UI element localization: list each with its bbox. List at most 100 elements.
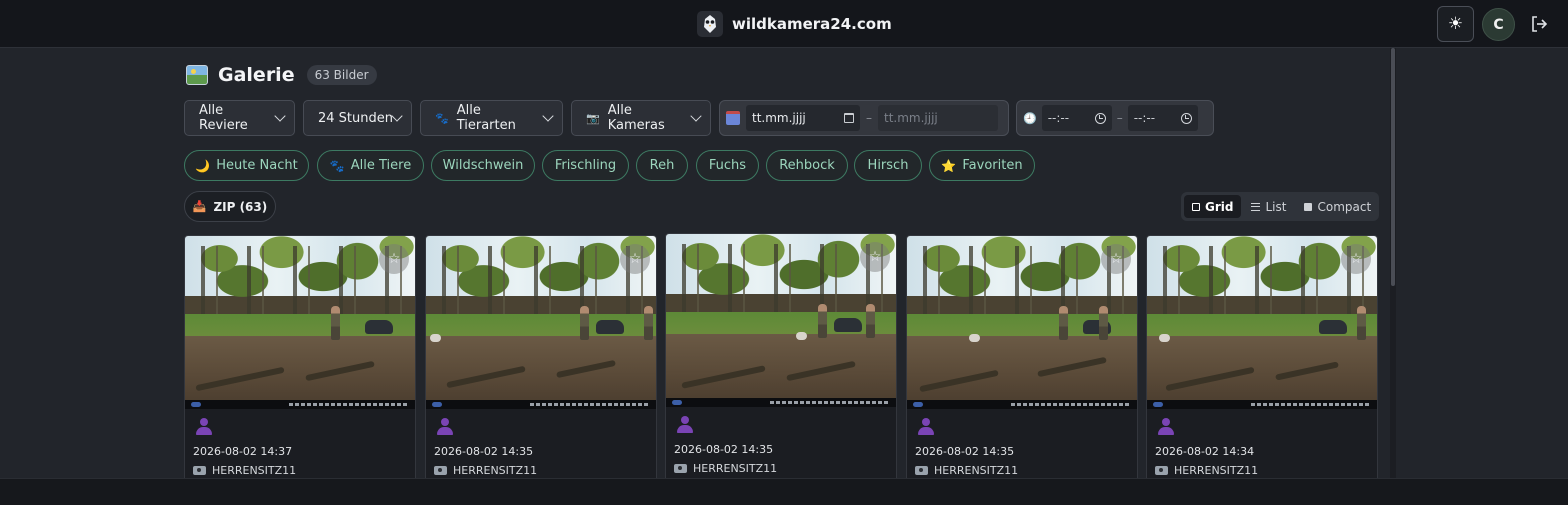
revier-select-value: Alle Reviere [199, 103, 248, 133]
scrollbar-thumb[interactable] [1391, 48, 1395, 286]
image-card[interactable]: ☆ 2026-08-02 14:35 HERRENSITZ11 [906, 235, 1138, 485]
star-icon: ☆ [628, 251, 642, 267]
species-select-value: Alle Tierarten [456, 103, 516, 133]
picture-icon [186, 65, 208, 85]
list-icon [1251, 202, 1261, 211]
favorite-star-button[interactable]: ☆ [620, 244, 650, 274]
top-bar: wildkamera24.com ☀ C [0, 0, 1568, 48]
chip-label: Alle Tiere [350, 158, 412, 173]
logout-icon [1532, 16, 1548, 32]
sun-icon: ☀ [1447, 14, 1464, 34]
chip-label: Reh [649, 158, 675, 173]
person-icon [436, 418, 454, 436]
owl-logo-icon [697, 11, 723, 37]
camera-icon: 📷 [586, 111, 600, 125]
wildlife-photo[interactable]: ☆ [907, 236, 1137, 409]
camera-select[interactable]: 📷 Alle Kameras [571, 100, 711, 136]
moon-icon: 🌙 [195, 158, 211, 173]
time-to-input[interactable]: --:-- [1127, 105, 1198, 131]
camera-icon [1155, 466, 1168, 475]
chip-label: Hirsch [867, 158, 909, 173]
camera-icon [915, 466, 928, 475]
card-camera: HERRENSITZ11 [193, 464, 407, 477]
bottom-bar [0, 478, 1568, 505]
time-range-filter: 🕘 --:-- – --:-- [1016, 100, 1214, 136]
timespan-select[interactable]: 24 Stunden [303, 100, 412, 136]
camera-icon [674, 464, 687, 473]
chip-label: Heute Nacht [216, 158, 298, 173]
star-icon: ☆ [387, 251, 401, 267]
species-select[interactable]: 🐾 Alle Tierarten [420, 100, 563, 136]
calendar-picker-icon[interactable] [844, 113, 854, 123]
image-card[interactable]: ☆ 2026-08-02 14:37 HERRENSITZ11 [184, 235, 416, 485]
chip-reh[interactable]: Reh [636, 150, 688, 181]
chip-rehbock[interactable]: Rehbock [766, 150, 848, 181]
person-icon [1157, 418, 1175, 436]
date-range-filter: tt.mm.jjjj – tt.mm.jjjj [719, 100, 1009, 136]
time-from-input[interactable]: --:-- [1041, 105, 1112, 131]
range-separator: – [1116, 111, 1123, 125]
card-camera: HERRENSITZ11 [1155, 464, 1369, 477]
date-from-placeholder: tt.mm.jjjj [752, 111, 806, 125]
card-camera-name: HERRENSITZ11 [453, 464, 538, 477]
image-card[interactable]: ☆ 2026-08-02 14:35 HERRENSITZ11 [665, 233, 897, 483]
clock-icon: 🕘 [1023, 111, 1037, 125]
chip-hirsch[interactable]: Hirsch [854, 150, 922, 181]
chip-favoriten[interactable]: ⭐ Favoriten [929, 150, 1035, 181]
wildlife-photo[interactable]: ☆ [666, 234, 896, 407]
date-to-input[interactable]: tt.mm.jjjj [878, 105, 998, 131]
card-camera: HERRENSITZ11 [915, 464, 1129, 477]
clock-picker-icon[interactable] [1180, 112, 1192, 124]
card-datetime: 2026-08-02 14:34 [1155, 445, 1255, 458]
chip-label: Favoriten [962, 158, 1023, 173]
star-icon: ☆ [868, 249, 882, 265]
image-card[interactable]: ☆ 2026-08-02 14:34 HERRENSITZ11 [1146, 235, 1378, 485]
theme-toggle-button[interactable]: ☀ [1437, 6, 1474, 42]
paw-icon: 🐾 [435, 111, 449, 125]
chip-frischling[interactable]: Frischling [542, 150, 629, 181]
card-camera-name: HERRENSITZ11 [934, 464, 1019, 477]
view-grid-button[interactable]: Grid [1184, 195, 1242, 218]
chip-label: Rehbock [779, 158, 835, 173]
chip-fuchs[interactable]: Fuchs [696, 150, 759, 181]
zip-label: ZIP (63) [213, 199, 268, 214]
favorite-star-button[interactable]: ☆ [379, 244, 409, 274]
chip-label: Wildschwein [442, 158, 524, 173]
view-label: List [1265, 199, 1287, 214]
wildlife-photo[interactable]: ☆ [1147, 236, 1377, 409]
date-to-placeholder: tt.mm.jjjj [884, 111, 938, 125]
favorite-star-button[interactable]: ☆ [1101, 244, 1131, 274]
favorite-star-button[interactable]: ☆ [860, 242, 890, 272]
compact-icon [1304, 202, 1313, 211]
view-label: Grid [1205, 199, 1234, 214]
view-list-button[interactable]: List [1243, 195, 1294, 218]
brand[interactable]: wildkamera24.com [697, 10, 892, 38]
logout-button[interactable] [1528, 13, 1550, 35]
card-camera: HERRENSITZ11 [674, 462, 888, 475]
chip-alle-tiere[interactable]: 🐾 Alle Tiere [317, 150, 424, 181]
chevron-down-icon [391, 110, 403, 122]
wildlife-photo[interactable]: ☆ [185, 236, 415, 409]
page-header: Galerie 63 Bilder [186, 62, 377, 88]
image-card[interactable]: ☆ 2026-08-02 14:35 HERRENSITZ11 [425, 235, 657, 485]
view-label: Compact [1317, 199, 1372, 214]
wildlife-photo[interactable]: ☆ [426, 236, 656, 409]
chip-heute-nacht[interactable]: 🌙 Heute Nacht [184, 150, 309, 181]
user-avatar[interactable]: C [1482, 8, 1515, 41]
favorite-star-button[interactable]: ☆ [1341, 244, 1371, 274]
page-title: Galerie [218, 64, 295, 86]
clock-picker-icon[interactable] [1094, 112, 1106, 124]
revier-select[interactable]: Alle Reviere [184, 100, 295, 136]
time-from-placeholder: --:-- [1047, 111, 1070, 125]
range-separator: – [866, 111, 872, 125]
star-icon: ☆ [1349, 251, 1363, 267]
view-compact-button[interactable]: Compact [1296, 195, 1379, 218]
camera-icon [193, 466, 206, 475]
image-count-badge: 63 Bilder [306, 65, 377, 85]
date-from-input[interactable]: tt.mm.jjjj [746, 105, 860, 131]
card-datetime: 2026-08-02 14:35 [674, 443, 774, 456]
grid-icon [1192, 202, 1200, 211]
zip-download-button[interactable]: 📥 ZIP (63) [184, 191, 276, 222]
chip-wildschwein[interactable]: Wildschwein [431, 150, 535, 181]
calendar-icon [726, 111, 740, 125]
